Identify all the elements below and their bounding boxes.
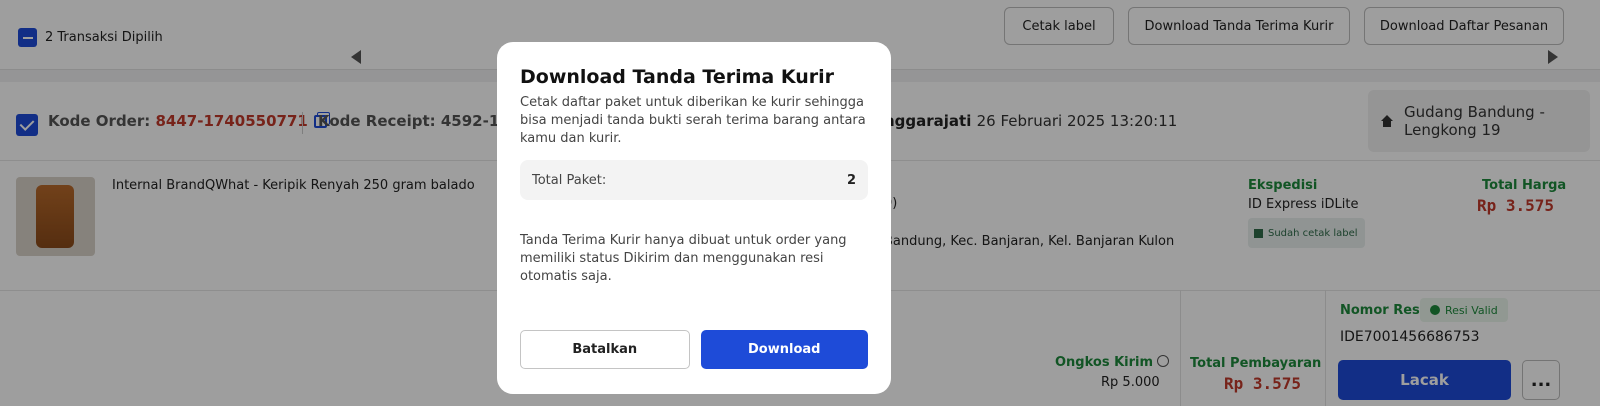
package-total-box: Total Paket: 2 xyxy=(520,160,868,200)
dialog-title: Download Tanda Terima Kurir xyxy=(520,66,835,88)
package-total-value: 2 xyxy=(846,172,856,188)
dialog-description: Cetak daftar paket untuk diberikan ke ku… xyxy=(520,95,866,146)
download-receipt-dialog: Download Tanda Terima Kurir Cetak daftar… xyxy=(497,42,891,394)
cancel-button[interactable]: Batalkan xyxy=(520,330,690,369)
dialog-actions: Batalkan Download xyxy=(520,330,868,369)
download-button[interactable]: Download xyxy=(700,330,868,369)
dialog-note: Tanda Terima Kurir hanya dibuat untuk or… xyxy=(520,233,847,284)
package-total-label: Total Paket: xyxy=(532,172,607,188)
